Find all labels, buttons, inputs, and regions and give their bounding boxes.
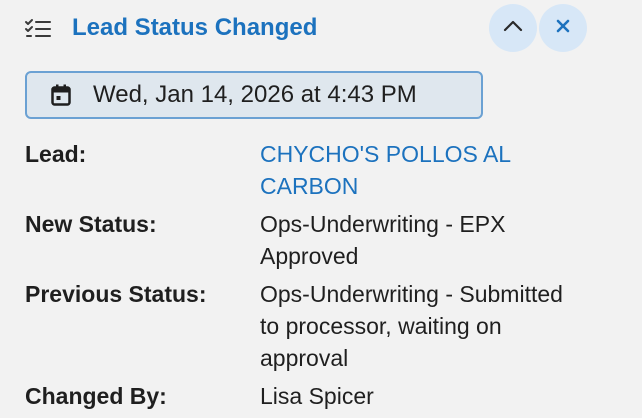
previous-status-value: Ops-Underwriting - Submitted to processo…: [260, 281, 563, 371]
close-icon: [555, 18, 571, 39]
task-list-icon: [24, 18, 52, 42]
lead-status-panel: Lead Status Changed Wed, Jan 14, 2026 at…: [0, 0, 642, 418]
chevron-up-icon: [503, 19, 523, 38]
detail-row-new-status: New Status: Ops-Underwriting - EPX Appro…: [25, 208, 625, 272]
lead-label: Lead:: [25, 141, 87, 167]
lead-link[interactable]: CHYCHO'S POLLOS AL CARBON: [260, 138, 580, 202]
changed-by-label: Changed By:: [25, 383, 167, 409]
close-button[interactable]: [539, 4, 587, 52]
calendar-icon: [51, 84, 71, 106]
detail-row-lead: Lead: CHYCHO'S POLLOS AL CARBON: [25, 138, 625, 202]
date-text: Wed, Jan 14, 2026 at 4:43 PM: [93, 81, 417, 108]
changed-by-value: Lisa Spicer: [260, 383, 374, 409]
details-list: Lead: CHYCHO'S POLLOS AL CARBON New Stat…: [25, 138, 625, 418]
new-status-value: Ops-Underwriting - EPX Approved: [260, 211, 506, 269]
panel-title: Lead Status Changed: [72, 14, 318, 41]
new-status-label: New Status:: [25, 211, 157, 237]
detail-row-previous-status: Previous Status: Ops-Underwriting - Subm…: [25, 278, 625, 374]
date-pill[interactable]: Wed, Jan 14, 2026 at 4:43 PM: [25, 71, 483, 119]
collapse-button[interactable]: [489, 4, 537, 52]
previous-status-label: Previous Status:: [25, 281, 207, 307]
detail-row-changed-by: Changed By: Lisa Spicer: [25, 380, 625, 412]
